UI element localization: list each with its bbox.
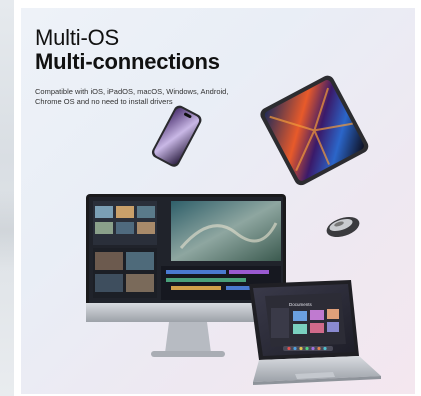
smartphone-device xyxy=(151,105,202,167)
tablet-device xyxy=(260,75,369,186)
laptop-device: Documents xyxy=(249,280,381,385)
mouse-device xyxy=(326,216,360,238)
devices-illustration: Documents xyxy=(86,75,381,385)
laptop-window-title: Documents xyxy=(289,302,313,307)
product-banner: Multi-OS Multi-connections Compatible wi… xyxy=(21,8,415,394)
adjacent-image-edge xyxy=(0,0,14,396)
